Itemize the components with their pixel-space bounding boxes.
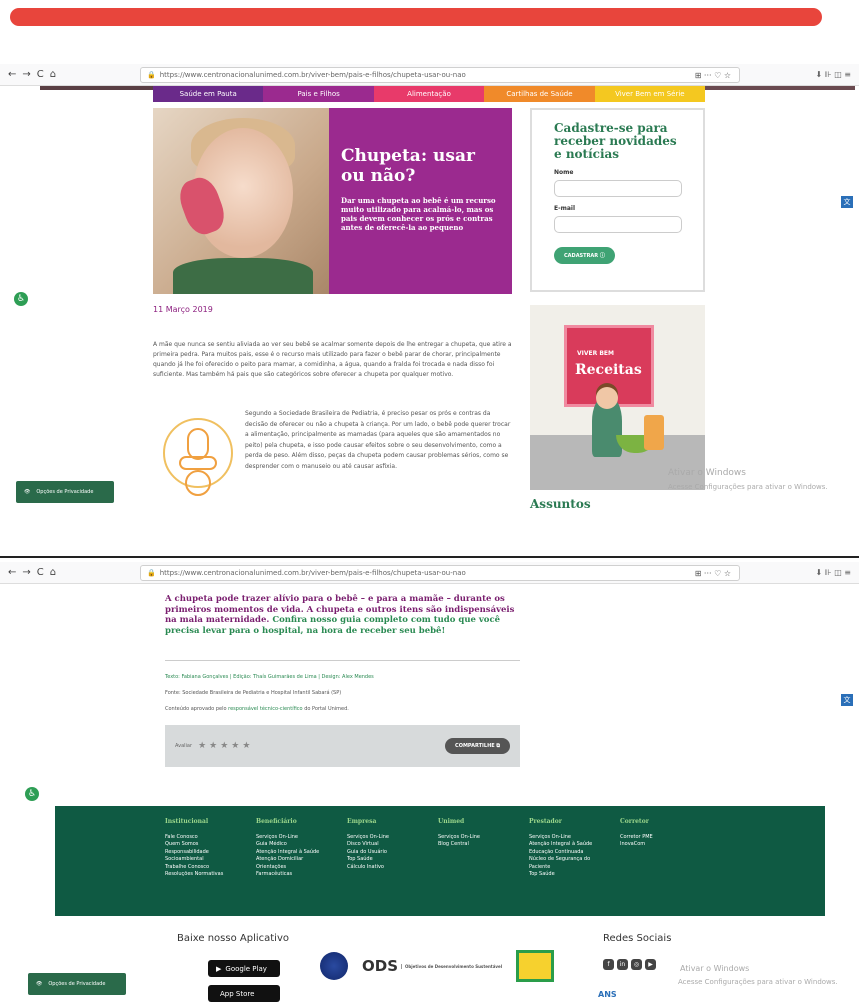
eye-icon: 👁 [36,981,43,987]
instagram-icon[interactable]: ◎ [631,959,642,970]
ods-logo: ODS Objetivos de Desenvolvimento Sustent… [362,957,503,975]
credits-line: Texto: Fabiana Gonçalves | Edição: Thaís… [165,674,374,680]
menu-item-cartilhas[interactable]: Cartilhas de Saúde [484,86,595,102]
signup-box: Cadastre-se para receber novidades e not… [530,108,705,292]
approved-line: Conteúdo aprovado pelo responsável técni… [165,706,349,712]
article-credits: Texto: Fabiana Gonçalves | Edição: Thaís… [165,660,520,717]
back-icon[interactable]: ← [8,567,16,578]
url-bar[interactable]: 🔒 https://www.centronacionalunimed.com.b… [140,565,740,581]
recipes-banner[interactable]: VIVER BEM Receitas [530,305,705,490]
pacifier-icon [163,418,233,496]
article-date: 11 Março 2019 [153,305,213,314]
linkedin-icon[interactable]: in [617,959,628,970]
footer-col-institucional: Institucional Fale Conosco Quem Somos Re… [165,818,224,877]
footer-col-prestador: Prestador Serviços On-Line Atenção Integ… [529,818,593,877]
eye-icon: 👁 [24,489,31,495]
forward-icon[interactable]: → [22,567,30,578]
hero-panel: Chupeta: usar ou não? Dar uma chupeta ao… [329,108,512,294]
privacy-button[interactable]: 👁 Opções de Privacidade [28,973,126,995]
privacy-button[interactable]: 👁 Opções de Privacidade [16,481,114,503]
footer-col-beneficiario: Beneficiário Serviços On-Line Guia Médic… [256,818,320,877]
article-title: Chupeta: usar ou não? [341,146,475,186]
menu-item-pais[interactable]: Pais e Filhos [263,86,374,102]
footer-col-unimed: Unimed Serviços On-Line Blog Central [438,818,480,847]
privacy-label: Opções de Privacidade [48,981,106,987]
url-actions[interactable]: ⊞ ··· ♡ ☆ [695,71,731,80]
url-text: https://www.centronacionalunimed.com.br/… [159,71,466,79]
windows-watermark: Ativar o Windows [668,468,746,478]
subscribe-button[interactable]: CADASTRAR ⓘ [554,247,615,264]
partner-logos: ODS Objetivos de Desenvolvimento Sustent… [320,950,555,982]
windows-watermark: Ativar o Windows [680,964,750,973]
menu-item-alimentacao[interactable]: Alimentação [373,86,485,102]
article-hero: Chupeta: usar ou não? Dar uma chupeta ao… [153,108,512,294]
app-download-title: Baixe nosso Aplicativo [177,933,289,944]
category-menu: Saúde em Pauta Pais e Filhos Alimentação… [153,86,706,102]
url-text: https://www.centronacionalunimed.com.br/… [159,569,466,577]
name-input[interactable] [554,180,682,197]
google-play-button[interactable]: ▶ Google Play [208,960,280,977]
email-label: E-mail [554,205,576,212]
menu-item-viver-bem[interactable]: Viver Bem em Série [594,86,706,102]
app-store-button[interactable]: App Store [208,985,280,1002]
article-lead: Dar uma chupeta ao bebê é um recurso mui… [341,196,496,232]
reload-icon[interactable]: C [37,69,44,80]
menu-item-saude[interactable]: Saúde em Pauta [153,86,264,102]
share-button[interactable]: COMPARTILHE ⧉ [445,738,510,754]
social-title: Redes Sociais [603,933,672,944]
seal-logo [516,950,555,982]
source-line: Fonte: Sociedade Brasileira de Pediatria… [165,690,342,696]
footer-col-corretor: Corretor Corretor PME InovaCom [620,818,653,847]
email-input[interactable] [554,216,682,233]
rating-label: Avaliar [175,743,193,749]
home-icon[interactable]: ⌂ [50,69,56,80]
browser-tools[interactable]: ⬇ ⊪ ◫ ≡ [815,70,851,79]
youtube-icon[interactable]: ▶ [645,959,656,970]
translate-icon[interactable]: 文 [841,196,853,208]
baby-photo [153,108,329,294]
lock-icon: 🔒 [147,71,156,79]
article-paragraph-2: Segundo a Sociedade Brasileira de Pediat… [245,410,511,470]
forward-icon[interactable]: → [22,69,30,80]
windows-watermark-sub: Acesse Configurações para ativar o Windo… [678,978,838,986]
lock-icon: 🔒 [147,569,156,577]
back-icon[interactable]: ← [8,69,16,80]
footer-col-empresa: Empresa Serviços On-Line Disco Virtual G… [347,818,389,870]
approved-link[interactable]: responsável técnico-científico [228,706,302,712]
privacy-label: Opções de Privacidade [36,489,94,495]
reload-icon[interactable]: C [37,567,44,578]
recipes-big: Receitas [575,362,642,378]
translate-icon[interactable]: 文 [841,694,853,706]
ans-logo: ANS [598,990,617,999]
top-red-bar [10,8,822,26]
header-strip [705,86,855,90]
header-strip [40,86,153,90]
facebook-icon[interactable]: f [603,959,614,970]
home-icon[interactable]: ⌂ [50,567,56,578]
browser-toolbar: ← → C ⌂ 🔒 https://www.centronacionalunim… [0,64,859,86]
play-icon: ▶ [216,964,222,973]
article-paragraph-1: A mãe que nunca se sentiu aliviada ao ve… [153,341,512,378]
rating-stars[interactable]: ★★★★★ [198,741,253,751]
accessibility-icon[interactable]: ♿ [25,787,39,801]
rating-box: Avaliar ★★★★★ COMPARTILHE ⧉ [165,725,520,767]
url-bar[interactable]: 🔒 https://www.centronacionalunimed.com.b… [140,67,740,83]
browser-tools[interactable]: ⬇ ⊪ ◫ ≡ [815,568,851,577]
url-actions[interactable]: ⊞ ··· ♡ ☆ [695,569,731,578]
recipes-small: VIVER BEM [577,350,614,357]
windows-watermark-sub: Acesse Configurações para ativar o Windo… [668,483,828,491]
topics-heading: Assuntos [530,497,591,511]
browser-toolbar: ← → C ⌂ 🔒 https://www.centronacionalunim… [0,562,859,584]
site-footer: Institucional Fale Conosco Quem Somos Re… [55,806,825,916]
name-label: Nome [554,169,574,176]
screenshot-divider [0,556,859,558]
accessibility-icon[interactable]: ♿ [14,292,28,306]
signup-title: Cadastre-se para receber novidades e not… [554,121,677,161]
cta-paragraph: A chupeta pode trazer alívio para o bebê… [165,594,520,636]
social-icons: f in ◎ ▶ [603,959,656,970]
global-compact-logo [320,952,348,980]
